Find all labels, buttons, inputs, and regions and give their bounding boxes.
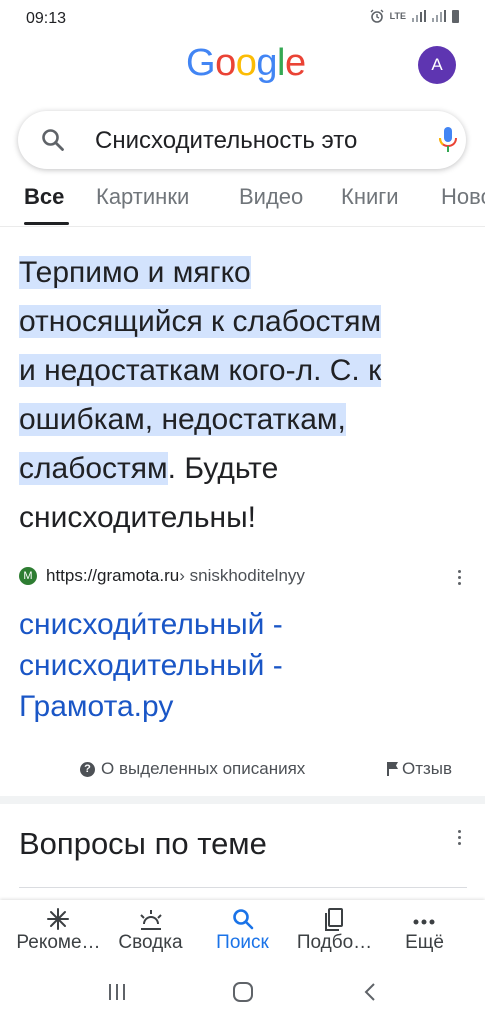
snippet-highlight: и недостаткам кого-л. С. к — [19, 354, 382, 387]
site-favicon: M — [19, 567, 37, 585]
result-menu-icon[interactable] — [457, 570, 463, 588]
result-url: https://gramota.ru — [46, 566, 180, 585]
tab-video[interactable]: Видео — [239, 184, 303, 210]
status-bar: 09:13 LTE — [0, 0, 485, 36]
nav-more[interactable]: Ещё — [376, 906, 473, 954]
related-divider — [19, 887, 467, 888]
recent-apps-icon[interactable] — [106, 982, 128, 1002]
search-input[interactable]: Снисходительность это — [95, 127, 415, 155]
tab-images[interactable]: Картинки — [96, 184, 189, 210]
nav-discover[interactable]: Рекоме… — [10, 906, 107, 954]
snippet-highlight: Терпимо и мягко — [19, 256, 251, 289]
clock: 09:13 — [26, 10, 67, 27]
search-icon — [233, 909, 254, 930]
result-path: › sniskhoditelnyy — [179, 566, 305, 585]
system-navigation — [0, 968, 485, 1024]
nav-more-label: Ещё — [405, 932, 444, 953]
nav-collections[interactable]: Подбо… — [286, 906, 383, 954]
more-icon — [413, 919, 435, 925]
feedback-link[interactable]: Отзыв — [387, 759, 452, 779]
search-tabs: Все Картинки Видео Книги Новости — [0, 178, 485, 227]
battery-icon — [452, 9, 459, 23]
google-logo[interactable]: Google — [186, 42, 306, 85]
nav-discover-label: Рекоме… — [16, 932, 101, 953]
result-title-line: снисходи́тельный - — [19, 608, 283, 641]
help-icon: ? — [80, 761, 95, 777]
snippet-highlight: относящийся к слабостям — [19, 305, 382, 338]
snippet-highlight: ошибкам, недостаткам, — [19, 403, 346, 436]
nav-snapshot[interactable]: Сводка — [102, 906, 199, 954]
signal-icon — [412, 10, 426, 22]
sparkle-icon — [47, 908, 69, 930]
feedback-label: Отзыв — [402, 759, 453, 778]
search-icon[interactable] — [40, 127, 66, 153]
nav-snapshot-label: Сводка — [118, 932, 183, 953]
nav-collections-label: Подбо… — [296, 932, 373, 953]
related-questions-title: Вопросы по теме — [19, 826, 267, 861]
about-snippets-link[interactable]: ? О выделенных описаниях — [80, 759, 305, 779]
back-icon[interactable] — [360, 982, 382, 1002]
snippet-highlight: слабостям — [19, 452, 168, 485]
search-box[interactable]: Снисходительность это — [18, 111, 466, 169]
alarm-icon — [370, 9, 384, 23]
result-source[interactable]: M https://gramota.ru › sniskhoditelnyy — [19, 566, 305, 586]
featured-snippet: Терпимо и мягко относящийся к слабостям … — [19, 248, 469, 542]
tab-all[interactable]: Все — [24, 184, 64, 210]
nav-search[interactable]: Поиск — [194, 906, 291, 954]
section-divider — [0, 796, 485, 804]
about-snippets-label: О выделенных описаниях — [101, 759, 306, 778]
tab-news[interactable]: Новости — [441, 184, 485, 210]
tab-books[interactable]: Книги — [341, 184, 399, 210]
result-title-line: Грамота.ру — [19, 690, 174, 723]
signal-icon-2 — [432, 10, 446, 22]
result-title-line: снисходительный - — [19, 649, 283, 682]
active-tab-indicator — [24, 222, 69, 225]
snippet-feedback-row: ? О выделенных описаниях Отзыв — [0, 757, 485, 787]
flag-icon — [387, 762, 398, 776]
status-icons: LTE — [370, 9, 459, 23]
microphone-icon[interactable] — [438, 126, 458, 154]
result-title-link[interactable]: снисходи́тельный - снисходительный - Гра… — [19, 604, 459, 727]
nav-search-label: Поиск — [216, 932, 269, 953]
account-avatar[interactable]: A — [418, 46, 456, 84]
network-type: LTE — [389, 10, 406, 21]
sunrise-icon — [140, 910, 162, 930]
collections-icon — [325, 908, 343, 931]
bottom-navigation: Рекоме… Сводка Поиск Подбо… Ещё — [0, 900, 485, 968]
home-icon[interactable] — [232, 982, 254, 1002]
related-menu-icon[interactable] — [457, 830, 463, 848]
